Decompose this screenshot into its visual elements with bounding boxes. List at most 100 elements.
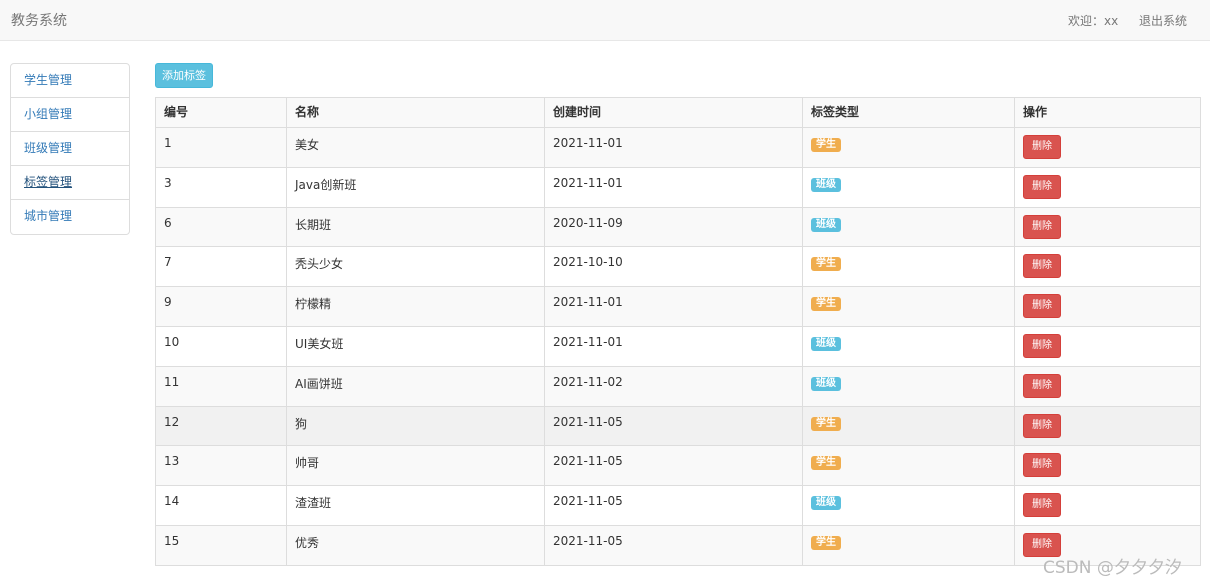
cell-name: AI画饼班: [286, 365, 545, 407]
tag-type-badge: 学生: [811, 456, 841, 471]
cell-tag-type: 班级: [802, 365, 1015, 407]
cell-created: 2021-11-01: [544, 286, 803, 327]
cell-created: 2021-11-01: [544, 166, 803, 208]
table-row: 6 长期班 2020-11-09 班级 删除: [155, 206, 1201, 248]
cell-created: 2021-11-05: [544, 524, 803, 566]
table-row: 7 秃头少女 2021-10-10 学生 删除: [155, 246, 1201, 288]
app-brand[interactable]: 教务系统: [11, 10, 67, 30]
delete-button[interactable]: 删除: [1023, 453, 1061, 478]
cell-name: 秃头少女: [286, 246, 545, 288]
cell-actions: 删除: [1014, 127, 1201, 168]
delete-button[interactable]: 删除: [1023, 174, 1061, 199]
cell-created: 2021-11-05: [544, 445, 803, 487]
cell-created: 2021-11-02: [544, 365, 803, 407]
cell-id: 7: [155, 246, 287, 288]
cell-created: 2021-11-05: [544, 405, 803, 447]
cell-name: 美女: [286, 127, 545, 168]
tag-type-badge: 学生: [811, 297, 841, 312]
cell-id: 9: [155, 286, 287, 327]
cell-tag-type: 学生: [802, 286, 1015, 327]
cell-id: 6: [155, 206, 287, 248]
cell-tag-type: 班级: [802, 485, 1015, 526]
table-header-row: 编号 名称 创建时间 标签类型 操作: [155, 97, 1201, 128]
delete-button[interactable]: 删除: [1023, 214, 1061, 239]
cell-tag-type: 班级: [802, 166, 1015, 208]
cell-id: 1: [155, 127, 287, 168]
table-row: 10 UI美女班 2021-11-01 班级 删除: [155, 325, 1201, 367]
cell-name: UI美女班: [286, 325, 545, 367]
cell-name: 渣渣班: [286, 485, 545, 526]
tag-type-badge: 班级: [811, 177, 841, 192]
sidebar-item-students[interactable]: 学生管理: [11, 64, 129, 98]
table-row: 3 Java创新班 2021-11-01 班级 删除: [155, 166, 1201, 208]
tag-type-badge: 学生: [811, 535, 841, 550]
cell-created: 2021-11-05: [544, 485, 803, 526]
tag-type-badge: 学生: [811, 257, 841, 272]
tag-type-badge: 班级: [811, 336, 841, 351]
table-row: 12 狗 2021-11-05 学生 删除: [155, 405, 1201, 447]
welcome-text: 欢迎：xx: [1068, 14, 1119, 28]
header-id: 编号: [155, 97, 287, 128]
delete-button[interactable]: 删除: [1023, 493, 1061, 518]
table-row: 11 AI画饼班 2021-11-02 班级 删除: [155, 365, 1201, 407]
cell-name: 帅哥: [286, 445, 545, 487]
cell-tag-type: 学生: [802, 445, 1015, 487]
cell-actions: 删除: [1014, 445, 1201, 487]
delete-button[interactable]: 删除: [1023, 413, 1061, 438]
cell-id: 3: [155, 166, 287, 208]
cell-id: 15: [155, 524, 287, 566]
cell-created: 2021-11-01: [544, 127, 803, 168]
cell-id: 11: [155, 365, 287, 407]
cell-tag-type: 班级: [802, 206, 1015, 248]
logout-link[interactable]: 退出系统: [1139, 12, 1187, 29]
header-name: 名称: [286, 97, 545, 128]
tag-type-badge: 班级: [811, 217, 841, 232]
cell-actions: 删除: [1014, 485, 1201, 526]
tag-type-badge: 班级: [811, 376, 841, 391]
delete-button[interactable]: 删除: [1023, 254, 1061, 279]
sidebar-item-groups[interactable]: 小组管理: [11, 98, 129, 132]
delete-button[interactable]: 删除: [1023, 373, 1061, 398]
tag-table: 编号 名称 创建时间 标签类型 操作 1 美女 2021-11-01 学生 删除 3 Jav…: [155, 97, 1201, 566]
table-row: 13 帅哥 2021-11-05 学生 删除: [155, 445, 1201, 487]
header-actions: 操作: [1014, 97, 1201, 128]
cell-actions: 删除: [1014, 166, 1201, 208]
cell-name: Java创新班: [286, 166, 545, 208]
sidebar-nav: 学生管理 小组管理 班级管理 标签管理 城市管理: [10, 63, 130, 235]
delete-button[interactable]: 删除: [1023, 333, 1061, 358]
sidebar-item-classes[interactable]: 班级管理: [11, 132, 129, 166]
header-created: 创建时间: [544, 97, 803, 128]
cell-tag-type: 班级: [802, 325, 1015, 367]
sidebar-item-cities[interactable]: 城市管理: [11, 200, 129, 234]
table-row: 14 渣渣班 2021-11-05 班级 删除: [155, 485, 1201, 526]
cell-tag-type: 学生: [802, 246, 1015, 288]
cell-created: 2020-11-09: [544, 206, 803, 248]
cell-actions: 删除: [1014, 325, 1201, 367]
sidebar-item-tags[interactable]: 标签管理: [11, 166, 129, 200]
watermark: CSDN @夕夕夕汐: [1043, 558, 1182, 578]
cell-actions: 删除: [1014, 206, 1201, 248]
tag-type-badge: 学生: [811, 138, 841, 152]
cell-tag-type: 学生: [802, 127, 1015, 168]
cell-name: 狗: [286, 405, 545, 447]
header-tag-type: 标签类型: [802, 97, 1015, 128]
cell-actions: 删除: [1014, 365, 1201, 407]
cell-created: 2021-10-10: [544, 246, 803, 288]
tag-type-badge: 班级: [811, 496, 841, 511]
add-tag-button[interactable]: 添加标签: [155, 63, 213, 88]
cell-created: 2021-11-01: [544, 325, 803, 367]
cell-id: 14: [155, 485, 287, 526]
top-navbar: 教务系统 欢迎：xx 退出系统: [0, 0, 1210, 41]
cell-id: 12: [155, 405, 287, 447]
cell-tag-type: 学生: [802, 405, 1015, 447]
delete-button[interactable]: 删除: [1023, 294, 1061, 319]
cell-name: 柠檬精: [286, 286, 545, 327]
cell-name: 优秀: [286, 524, 545, 566]
tag-type-badge: 学生: [811, 416, 841, 431]
cell-name: 长期班: [286, 206, 545, 248]
delete-button[interactable]: 删除: [1023, 135, 1061, 159]
table-row: 1 美女 2021-11-01 学生 删除: [155, 127, 1201, 168]
cell-actions: 删除: [1014, 246, 1201, 288]
cell-actions: 删除: [1014, 286, 1201, 327]
cell-tag-type: 学生: [802, 524, 1015, 566]
